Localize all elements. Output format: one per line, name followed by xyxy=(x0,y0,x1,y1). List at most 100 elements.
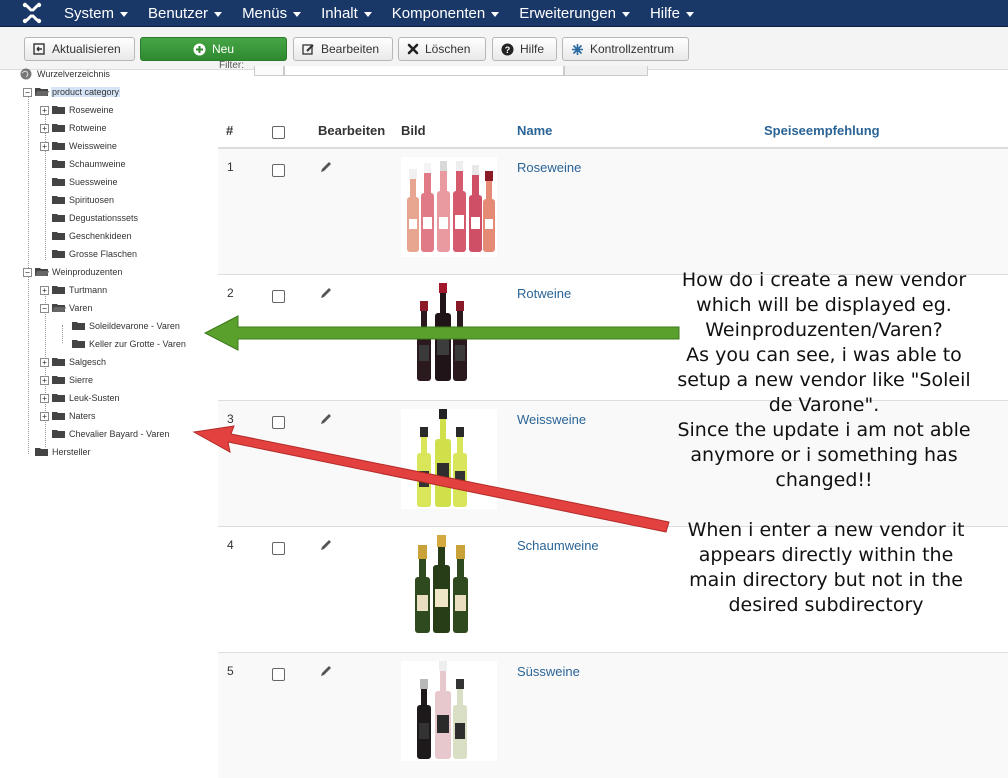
col-header-recommendation[interactable]: Speiseempfehlung xyxy=(764,123,880,138)
tree-node[interactable]: Spirituosen xyxy=(40,193,115,207)
menu-menus[interactable]: Menüs xyxy=(232,0,311,27)
delete-button[interactable]: Löschen xyxy=(398,37,486,61)
control-center-button[interactable]: Kontrollzentrum xyxy=(562,37,689,61)
expand-icon[interactable]: + xyxy=(40,357,49,367)
row-checkbox[interactable] xyxy=(272,542,285,555)
filter-go-button[interactable] xyxy=(564,66,648,76)
tree-node[interactable]: + Roseweine xyxy=(40,103,115,117)
pencil-icon[interactable] xyxy=(318,285,334,301)
row-checkbox[interactable] xyxy=(272,416,285,429)
help-label: Hilfe xyxy=(520,42,545,56)
row-checkbox[interactable] xyxy=(272,290,285,303)
tree-node-product-category[interactable]: − product category xyxy=(23,85,121,99)
pencil-icon[interactable] xyxy=(318,159,334,175)
row-name-link[interactable]: Süssweine xyxy=(517,664,580,679)
tree-label: Roseweine xyxy=(69,105,114,115)
tree-connector xyxy=(62,325,63,343)
folder-icon xyxy=(52,430,65,438)
expand-icon[interactable]: + xyxy=(40,375,49,385)
row-number: 1 xyxy=(227,160,234,174)
menu-components[interactable]: Komponenten xyxy=(382,0,509,27)
folder-icon xyxy=(52,250,65,258)
tree-node[interactable]: Suessweine xyxy=(40,175,119,189)
pencil-icon[interactable] xyxy=(318,663,334,679)
admin-top-navbar: System Benutzer Menüs Inhalt Komponenten… xyxy=(0,0,1008,27)
note-line: As you can see, i was able to xyxy=(686,344,962,366)
tree-node[interactable]: Hersteller xyxy=(23,445,92,459)
col-header-num: # xyxy=(226,123,234,138)
annotation-note-problem: When i enter a new vendor it appears dir… xyxy=(644,518,1008,618)
row-checkbox[interactable] xyxy=(272,164,285,177)
expand-icon[interactable]: + xyxy=(40,123,49,133)
col-header-name[interactable]: Name xyxy=(517,123,552,138)
tree-node[interactable]: Geschenkideen xyxy=(40,229,133,243)
folder-icon xyxy=(52,376,65,384)
menu-help[interactable]: Hilfe xyxy=(640,0,704,27)
row-name-link[interactable]: Rotweine xyxy=(517,286,571,301)
refresh-icon xyxy=(33,43,45,55)
tree-node[interactable]: Degustationssets xyxy=(40,211,139,225)
note-line: When i enter a new vendor it xyxy=(687,519,965,541)
filter-label: Filter: xyxy=(219,60,244,71)
tree-node-varen[interactable]: − Varen xyxy=(40,301,93,315)
row-checkbox[interactable] xyxy=(272,668,285,681)
caret-down-icon xyxy=(293,11,302,17)
row-number: 4 xyxy=(227,538,234,552)
collapse-icon[interactable]: − xyxy=(23,267,32,277)
pencil-icon[interactable] xyxy=(318,537,334,553)
expand-icon[interactable]: + xyxy=(40,141,49,151)
tree-label: Grosse Flaschen xyxy=(69,249,138,259)
refresh-button[interactable]: Aktualisieren xyxy=(24,37,135,61)
menu-content-label: Inhalt xyxy=(321,5,358,22)
menu-system-label: System xyxy=(64,5,115,22)
tree-node-weinproduzenten[interactable]: − Weinproduzenten xyxy=(23,265,123,279)
expand-icon[interactable]: + xyxy=(40,411,49,421)
expand-icon[interactable]: + xyxy=(40,105,49,115)
note-line: de Varone". xyxy=(768,394,880,416)
product-image-red-wines xyxy=(401,283,497,383)
row-name-link[interactable]: Weissweine xyxy=(517,412,586,427)
folder-icon xyxy=(52,142,65,150)
col-header-image: Bild xyxy=(401,123,426,138)
edit-button[interactable]: Bearbeiten xyxy=(293,37,393,61)
menu-users[interactable]: Benutzer xyxy=(138,0,232,27)
tree-node[interactable]: Grosse Flaschen xyxy=(40,247,138,261)
collapse-icon[interactable]: − xyxy=(23,87,32,97)
tree-root[interactable]: Wurzelverzeichnis xyxy=(20,67,111,81)
menu-system[interactable]: System xyxy=(54,0,138,27)
row-name-link[interactable]: Schaumweine xyxy=(517,538,599,553)
tree-node[interactable]: Soleildevarone - Varen xyxy=(72,319,181,333)
tree-node[interactable]: + Rotweine xyxy=(40,121,108,135)
tree-label: Naters xyxy=(69,411,96,421)
select-all-checkbox[interactable] xyxy=(272,126,285,139)
caret-down-icon xyxy=(120,11,129,17)
tree-node[interactable]: + Turtmann xyxy=(40,283,108,297)
row-name-link[interactable]: Roseweine xyxy=(517,160,581,175)
filter-input[interactable] xyxy=(284,66,564,76)
table-row: 1 Roseweine xyxy=(218,148,1008,274)
tree-node[interactable]: + Naters xyxy=(40,409,97,423)
tree-node[interactable]: + Leuk-Susten xyxy=(40,391,121,405)
tree-node[interactable]: Chevalier Bayard - Varen xyxy=(40,427,170,441)
expand-icon[interactable]: + xyxy=(40,393,49,403)
menu-extensions[interactable]: Erweiterungen xyxy=(509,0,640,27)
tree-node[interactable]: Schaumweine xyxy=(40,157,127,171)
tree-node[interactable]: + Sierre xyxy=(40,373,94,387)
joomla-logo-icon[interactable] xyxy=(20,2,44,24)
menu-components-label: Komponenten xyxy=(391,5,486,22)
menu-content[interactable]: Inhalt xyxy=(311,0,382,27)
tree-node[interactable]: Keller zur Grotte - Varen xyxy=(72,337,187,351)
pencil-icon[interactable] xyxy=(318,411,334,427)
folder-icon xyxy=(52,394,65,402)
filter-select[interactable] xyxy=(254,66,284,76)
new-button[interactable]: Neu xyxy=(140,37,287,61)
toolbar: Aktualisieren Neu Bearbeiten Löschen ? H… xyxy=(0,27,1008,70)
help-button[interactable]: ? Hilfe xyxy=(492,37,557,61)
collapse-icon[interactable]: − xyxy=(40,303,49,313)
tree-node[interactable]: + Salgesch xyxy=(40,355,107,369)
tree-node[interactable]: + Weissweine xyxy=(40,139,118,153)
expand-icon[interactable]: + xyxy=(40,285,49,295)
